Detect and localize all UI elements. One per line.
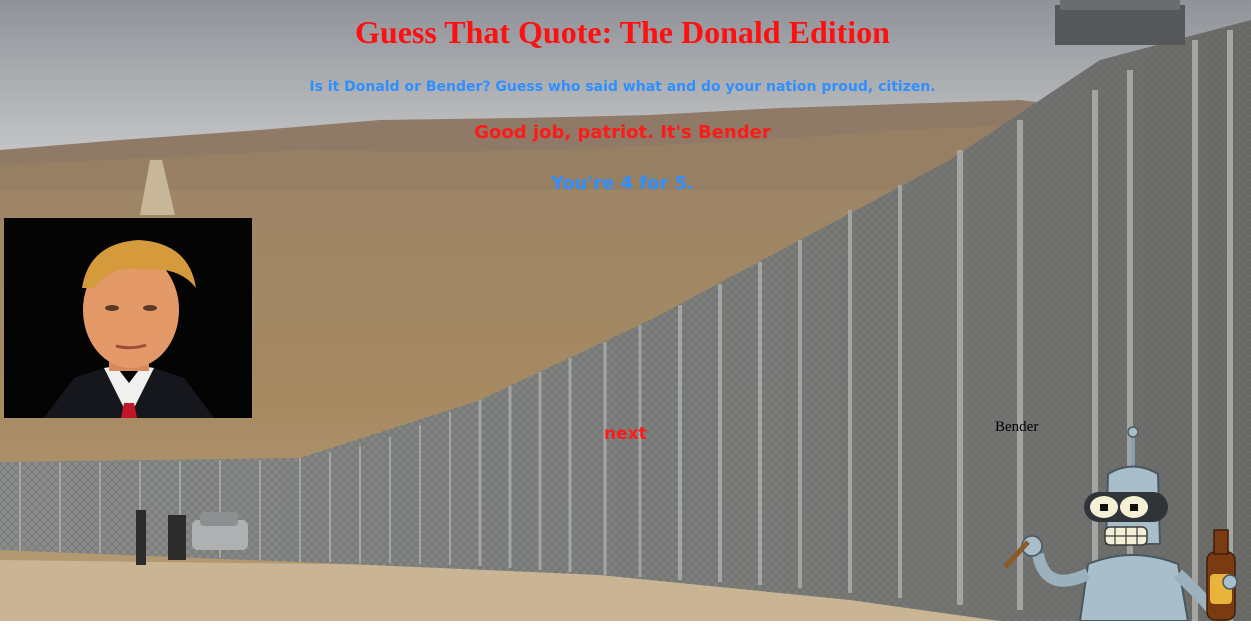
answer-feedback: Good job, patriot. It's Bender [474,122,771,143]
bender-illustration [1003,426,1238,622]
score-text: You're 4 for 5. [551,173,694,194]
page-subtitle: Is it Donald or Bender? Guess who said w… [309,79,936,95]
donald-portrait [4,218,252,418]
next-button[interactable]: next [604,424,647,444]
donald-choice-image[interactable] [4,218,252,418]
bender-choice-image[interactable] [1000,424,1245,622]
page-title: Guess That Quote: The Donald Edition [355,14,890,50]
